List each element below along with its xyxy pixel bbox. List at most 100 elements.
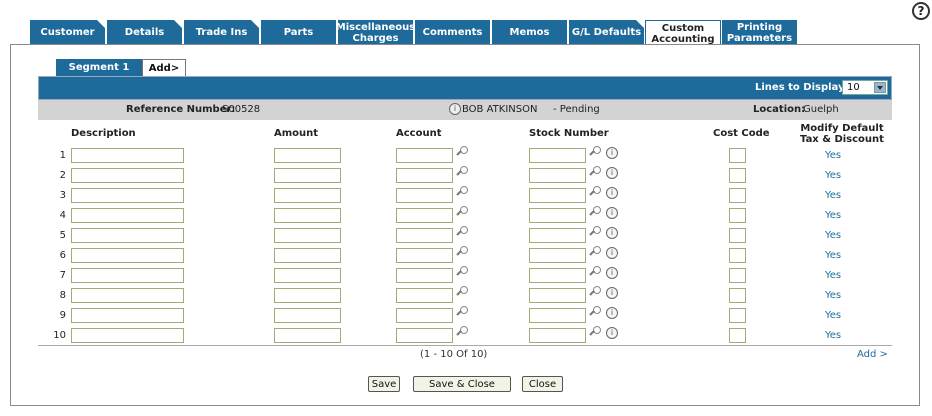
info-icon[interactable]: i [606, 187, 618, 199]
description-input[interactable] [71, 188, 184, 203]
amount-input[interactable] [274, 228, 341, 243]
modify-default-tax-link[interactable]: Yes [825, 210, 841, 221]
account-input[interactable] [396, 328, 453, 343]
amount-input[interactable] [274, 208, 341, 223]
account-input[interactable] [396, 208, 453, 223]
tab-parts[interactable]: Parts [261, 20, 337, 45]
chevron-down-icon[interactable] [874, 82, 886, 93]
stock-number-input[interactable] [529, 288, 586, 303]
stock-number-input[interactable] [529, 188, 586, 203]
magnifier-icon[interactable] [589, 186, 603, 200]
modify-default-tax-link[interactable]: Yes [825, 330, 841, 341]
description-input[interactable] [71, 168, 184, 183]
magnifier-icon[interactable] [456, 146, 470, 160]
stock-number-input[interactable] [529, 308, 586, 323]
amount-input[interactable] [274, 308, 341, 323]
magnifier-icon[interactable] [456, 286, 470, 300]
segment-1-tab[interactable]: Segment 1 [56, 59, 142, 76]
modify-default-tax-link[interactable]: Yes [825, 170, 841, 181]
tab-custom-accounting[interactable]: Custom Accounting [645, 20, 721, 46]
info-icon[interactable]: i [606, 267, 618, 279]
amount-input[interactable] [274, 168, 341, 183]
add-line-link[interactable]: Add > [857, 349, 888, 360]
modify-default-tax-link[interactable]: Yes [825, 270, 841, 281]
info-icon[interactable]: i [606, 227, 618, 239]
modify-default-tax-link[interactable]: Yes [825, 230, 841, 241]
description-input[interactable] [71, 328, 184, 343]
magnifier-icon[interactable] [456, 306, 470, 320]
stock-number-input[interactable] [529, 228, 586, 243]
amount-input[interactable] [274, 328, 341, 343]
info-icon[interactable]: i [606, 307, 618, 319]
account-input[interactable] [396, 148, 453, 163]
description-input[interactable] [71, 288, 184, 303]
stock-number-input[interactable] [529, 268, 586, 283]
cost-code-input[interactable] [729, 308, 746, 323]
lines-to-display-select[interactable]: 10 [842, 80, 888, 95]
help-icon[interactable]: ? [912, 2, 930, 20]
description-input[interactable] [71, 248, 184, 263]
info-icon[interactable]: i [606, 147, 618, 159]
stock-number-input[interactable] [529, 208, 586, 223]
info-icon[interactable]: i [606, 287, 618, 299]
amount-input[interactable] [274, 268, 341, 283]
cost-code-input[interactable] [729, 228, 746, 243]
magnifier-icon[interactable] [456, 186, 470, 200]
amount-input[interactable] [274, 248, 341, 263]
magnifier-icon[interactable] [589, 246, 603, 260]
info-icon[interactable]: i [606, 167, 618, 179]
stock-number-input[interactable] [529, 148, 586, 163]
modify-default-tax-link[interactable]: Yes [825, 150, 841, 161]
info-icon[interactable]: i [449, 103, 461, 115]
amount-input[interactable] [274, 188, 341, 203]
magnifier-icon[interactable] [456, 246, 470, 260]
close-button[interactable]: Close [522, 376, 563, 392]
stock-number-input[interactable] [529, 168, 586, 183]
magnifier-icon[interactable] [589, 306, 603, 320]
modify-default-tax-link[interactable]: Yes [825, 290, 841, 301]
description-input[interactable] [71, 208, 184, 223]
magnifier-icon[interactable] [456, 226, 470, 240]
modify-default-tax-link[interactable]: Yes [825, 190, 841, 201]
description-input[interactable] [71, 308, 184, 323]
magnifier-icon[interactable] [589, 326, 603, 340]
modify-default-tax-link[interactable]: Yes [825, 310, 841, 321]
tab-miscellaneous-charges[interactable]: Miscellaneous Charges [336, 20, 415, 45]
description-input[interactable] [71, 228, 184, 243]
tab-details[interactable]: Details [107, 20, 183, 45]
cost-code-input[interactable] [729, 188, 746, 203]
tab-printing-parameters[interactable]: Printing Parameters [722, 20, 798, 45]
account-input[interactable] [396, 188, 453, 203]
cost-code-input[interactable] [729, 288, 746, 303]
tab-memos[interactable]: Memos [492, 20, 568, 45]
tab-trade-ins[interactable]: Trade Ins [184, 20, 260, 45]
cost-code-input[interactable] [729, 328, 746, 343]
add-segment-tab[interactable]: Add> [142, 59, 186, 76]
account-input[interactable] [396, 228, 453, 243]
cost-code-input[interactable] [729, 208, 746, 223]
magnifier-icon[interactable] [456, 166, 470, 180]
amount-input[interactable] [274, 288, 341, 303]
magnifier-icon[interactable] [589, 166, 603, 180]
info-icon[interactable]: i [606, 247, 618, 259]
save-and-close-button[interactable]: Save & Close [413, 376, 511, 392]
stock-number-input[interactable] [529, 248, 586, 263]
account-input[interactable] [396, 248, 453, 263]
cost-code-input[interactable] [729, 168, 746, 183]
modify-default-tax-link[interactable]: Yes [825, 250, 841, 261]
magnifier-icon[interactable] [456, 266, 470, 280]
cost-code-input[interactable] [729, 248, 746, 263]
info-icon[interactable]: i [606, 207, 618, 219]
info-icon[interactable]: i [606, 327, 618, 339]
account-input[interactable] [396, 268, 453, 283]
cost-code-input[interactable] [729, 268, 746, 283]
description-input[interactable] [71, 268, 184, 283]
description-input[interactable] [71, 148, 184, 163]
amount-input[interactable] [274, 148, 341, 163]
account-input[interactable] [396, 168, 453, 183]
cost-code-input[interactable] [729, 148, 746, 163]
account-input[interactable] [396, 288, 453, 303]
tab-comments[interactable]: Comments [415, 20, 491, 45]
magnifier-icon[interactable] [589, 206, 603, 220]
magnifier-icon[interactable] [589, 266, 603, 280]
